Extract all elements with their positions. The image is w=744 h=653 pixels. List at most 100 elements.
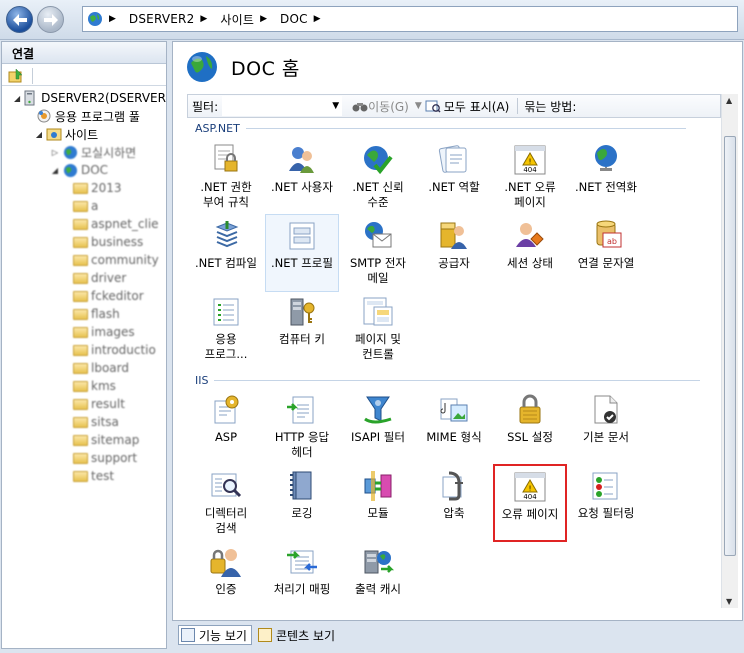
address-bar[interactable]: ▶ DSERVER2 ▶ 사이트 ▶ DOC ▶ <box>82 6 738 32</box>
isapi-filter-icon <box>364 396 392 424</box>
group-by-label: 묶는 방법: <box>524 99 577 114</box>
tree-node-folder[interactable]: community <box>2 251 166 269</box>
feature-isapi[interactable]: ISAPI 필터 <box>341 388 415 466</box>
feature-label: 페이지 및 컨트롤 <box>355 332 401 361</box>
group-header-aspnet: ASP.NET <box>195 122 686 135</box>
scroll-down-icon[interactable]: ▼ <box>726 597 732 606</box>
feature-cache[interactable]: 출력 캐시 <box>341 540 415 608</box>
folder-icon <box>72 432 88 448</box>
tree-node-folder[interactable]: fckeditor <box>2 287 166 305</box>
feature-logging[interactable]: 로깅 <box>265 464 339 542</box>
feature-appsettings[interactable]: 응용 프로그... <box>189 290 263 368</box>
feature-label: 인증 <box>215 582 237 596</box>
feature-roles[interactable]: .NET 역할 <box>417 138 491 216</box>
tree-node-folder[interactable]: driver <box>2 269 166 287</box>
handler-mappings-icon <box>287 550 317 574</box>
collapse-icon[interactable]: ◢ <box>50 166 60 175</box>
feature-default-doc[interactable]: 기본 문서 <box>569 388 643 466</box>
feature-trust[interactable]: .NET 신뢰 수준 <box>341 138 415 216</box>
feature-ssl[interactable]: SSL 설정 <box>493 388 567 466</box>
tree-node-folder[interactable]: kms <box>2 377 166 395</box>
tree-label: introductio <box>91 343 156 357</box>
breadcrumb-server[interactable]: DSERVER2 ▶ <box>129 12 216 26</box>
tree-node-folder[interactable]: lboard <box>2 359 166 377</box>
expand-icon[interactable]: ▷ <box>50 148 60 157</box>
tree-node-sites[interactable]: ◢ 사이트 <box>2 125 166 143</box>
feature-label: ISAPI 필터 <box>351 430 405 444</box>
tree-node-folder[interactable]: aspnet_clie <box>2 215 166 233</box>
feature-handlers[interactable]: 처리기 매핑 <box>265 540 339 608</box>
feature-lock-doc[interactable]: .NET 권한 부여 규칙 <box>189 138 263 216</box>
breadcrumb-doc[interactable]: DOC ▶ <box>280 12 330 26</box>
tree-node-folder[interactable]: sitsa <box>2 413 166 431</box>
dropdown-icon[interactable]: ▼ <box>332 101 339 111</box>
tree-node-folder[interactable]: sitemap <box>2 431 166 449</box>
feature-reqfilter[interactable]: 요청 필터링 <box>569 464 643 542</box>
feature-label: 모듈 <box>367 506 389 520</box>
feature-globe[interactable]: .NET 전역화 <box>569 138 643 216</box>
feature-smtp[interactable]: SMTP 전자 메일 <box>341 214 415 292</box>
group-by-dropdown[interactable]: 묶는 방법: <box>524 98 576 115</box>
session-state-icon <box>516 223 544 247</box>
feature-label: .NET 오류 페이지 <box>504 180 556 209</box>
feature-label: 로깅 <box>291 506 313 520</box>
toolbar-divider <box>32 68 33 84</box>
feature-providers[interactable]: 공급자 <box>417 214 491 292</box>
feature-users[interactable]: .NET 사용자 <box>265 138 339 216</box>
tree-node-folder[interactable]: business <box>2 233 166 251</box>
globe-icon <box>62 162 78 178</box>
tree-node-folder[interactable]: flash <box>2 305 166 323</box>
folder-icon <box>72 378 88 394</box>
feature-error-404[interactable]: ! 404 오류 페이지 <box>493 464 567 542</box>
tree-node-app-pools[interactable]: 응용 프로그램 풀 <box>2 107 166 125</box>
tab-features-view[interactable]: 기능 보기 <box>178 625 252 645</box>
scrollbar-thumb[interactable] <box>724 136 736 556</box>
feature-asp[interactable]: ASP <box>189 388 263 466</box>
feature-modules[interactable]: 모듈 <box>341 464 415 542</box>
scroll-up-icon[interactable]: ▲ <box>726 96 732 105</box>
feature-connstr[interactable]: ab 연결 문자열 <box>569 214 643 292</box>
tab-content-view[interactable]: 콘텐츠 보기 <box>256 625 339 645</box>
feature-compress[interactable]: 압축 <box>417 464 491 542</box>
breadcrumb-separator[interactable]: ▶ <box>103 14 125 24</box>
tree-node-folder[interactable]: images <box>2 323 166 341</box>
vertical-scrollbar[interactable]: ▲ ▼ <box>721 94 738 608</box>
tree-node-folder[interactable]: 2013 <box>2 179 166 197</box>
tree-node-folder[interactable]: support <box>2 449 166 467</box>
go-button[interactable]: 이동(G) <box>352 98 409 115</box>
tree-node-site[interactable]: ▷ 모실시하면 <box>2 143 166 161</box>
machine-key-icon <box>290 298 315 326</box>
tree-node-folder[interactable]: result <box>2 395 166 413</box>
app-settings-icon <box>213 298 239 326</box>
feature-headers[interactable]: HTTP 응답 헤더 <box>265 388 339 466</box>
feature-label: 디렉터리 검색 <box>204 506 248 535</box>
profile-icon <box>289 222 315 250</box>
folder-icon <box>72 414 88 430</box>
connect-icon[interactable] <box>8 68 24 84</box>
breadcrumb-sites[interactable]: 사이트 ▶ <box>220 11 276 28</box>
tree-node-folder[interactable]: introductio <box>2 341 166 359</box>
tree-node-folder[interactable]: test <box>2 467 166 485</box>
feature-mime[interactable]: MIME 형식 <box>417 388 491 466</box>
folder-icon <box>72 180 88 196</box>
filter-input[interactable]: ▼ <box>222 96 343 116</box>
folder-icon <box>72 360 88 376</box>
forward-button[interactable] <box>37 6 64 33</box>
tree-node-folder[interactable]: a <box>2 197 166 215</box>
feature-profile[interactable]: .NET 프로필 <box>265 214 339 292</box>
feature-compile[interactable]: .NET 컴파일 <box>189 214 263 292</box>
tree-node-site-doc[interactable]: ◢ DOC <box>2 161 166 179</box>
feature-auth[interactable]: 인증 <box>189 540 263 608</box>
feature-session[interactable]: 세션 상태 <box>493 214 567 292</box>
dropdown-icon: ▼ <box>414 101 422 111</box>
feature-error-404[interactable]: ! 404 .NET 오류 페이지 <box>493 138 567 216</box>
feature-machinekey[interactable]: 컴퓨터 키 <box>265 290 339 368</box>
show-all-button[interactable]: ▼ 모두 표시(A) <box>415 98 509 115</box>
http-headers-icon <box>287 396 314 424</box>
collapse-icon[interactable]: ◢ <box>14 94 20 103</box>
back-button[interactable] <box>6 6 33 33</box>
feature-dirbrowse[interactable]: 디렉터리 검색 <box>189 464 263 542</box>
collapse-icon[interactable]: ◢ <box>34 130 44 139</box>
tree-node-server[interactable]: ◢ DSERVER2(DSERVER2 <box>2 89 166 107</box>
feature-pages[interactable]: 페이지 및 컨트롤 <box>341 290 415 368</box>
